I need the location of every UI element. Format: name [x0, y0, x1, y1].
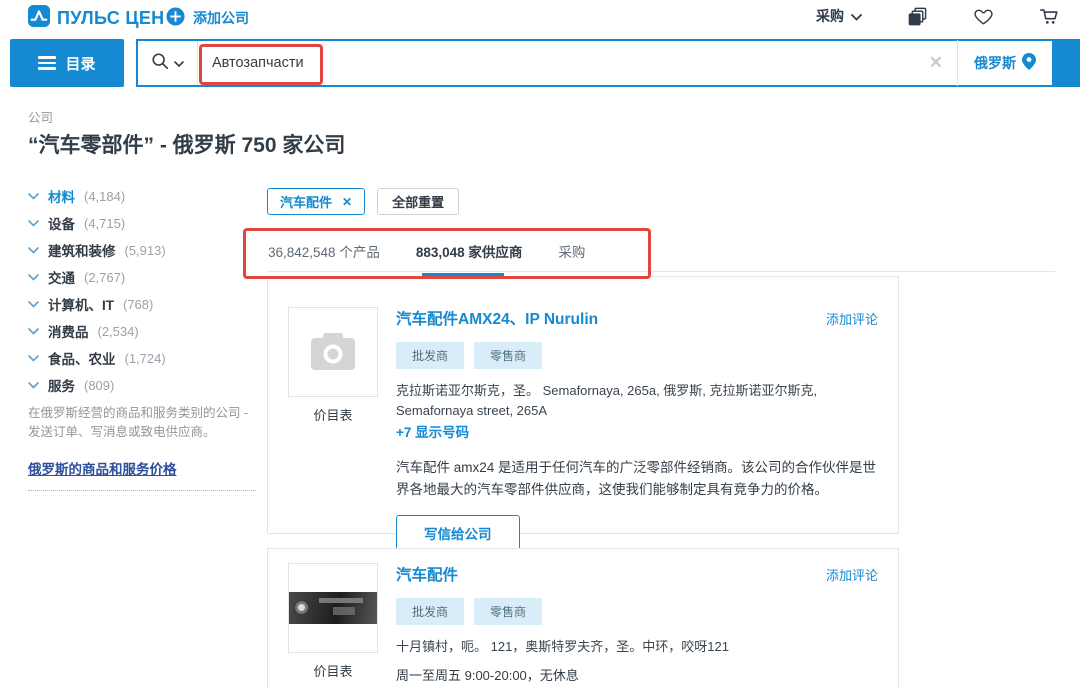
- compare-icon[interactable]: [906, 5, 928, 27]
- search-input[interactable]: [198, 41, 915, 85]
- page: ПУЛЬС ЦЕН 添加公司 采购 目录: [0, 0, 1080, 688]
- chevron-down-icon: [851, 8, 862, 24]
- catalog-label: 目录: [65, 53, 95, 74]
- pricelist-link[interactable]: 价目表: [288, 661, 378, 680]
- badge-wholesaler: 批发商: [396, 598, 464, 625]
- region-selector[interactable]: 俄罗斯: [958, 53, 1052, 73]
- chevron-down-icon: [28, 247, 39, 254]
- cart-icon[interactable]: [1038, 5, 1060, 27]
- company-photo-column: 价目表: [288, 563, 378, 688]
- sidebar-item-food-agriculture[interactable]: 食品、农业 (1,724): [28, 351, 258, 365]
- company-photo-image: [289, 592, 377, 624]
- add-company-button[interactable]: 添加公司: [166, 7, 249, 29]
- badge-retailer: 零售商: [474, 598, 542, 625]
- badge-retailer: 零售商: [474, 342, 542, 369]
- tabs-divider: [267, 271, 1055, 272]
- show-phone-link[interactable]: +7 显示号码: [396, 425, 469, 440]
- filter-chips: 汽车配件 ✕ 全部重置: [267, 188, 459, 215]
- company-photo-column: 价目表: [288, 307, 378, 533]
- wheel-graphic: [294, 600, 309, 615]
- sidebar-prices-link[interactable]: 俄罗斯的商品和服务价格: [28, 458, 177, 478]
- chevron-down-icon: [174, 54, 184, 72]
- breadcrumb[interactable]: 公司: [28, 107, 53, 126]
- hamburger-icon: [38, 56, 56, 70]
- add-review-link[interactable]: 添加评论: [826, 565, 878, 584]
- favorites-heart-icon[interactable]: [972, 5, 994, 27]
- chevron-down-icon: [28, 355, 39, 362]
- search-bar: ✕ 俄罗斯: [136, 39, 1080, 87]
- company-name-link[interactable]: 汽车配件AMX24、IP Nurulin: [396, 307, 598, 329]
- sidebar-item-consumer-goods[interactable]: 消费品 (2,534): [28, 324, 258, 338]
- chevron-down-icon: [28, 193, 39, 200]
- logo-pulse-icon: [28, 5, 50, 32]
- sidebar-item-construction[interactable]: 建筑和装修 (5,913): [28, 243, 258, 257]
- chip-close-icon[interactable]: ✕: [342, 195, 352, 209]
- write-to-company-button[interactable]: 写信给公司: [396, 515, 520, 551]
- reset-all-button[interactable]: 全部重置: [377, 188, 459, 215]
- sidebar-item-materials[interactable]: 材料 (4,184): [28, 189, 258, 203]
- camera-icon: [310, 333, 356, 371]
- logo[interactable]: ПУЛЬС ЦЕН: [28, 5, 164, 32]
- chevron-down-icon: [28, 328, 39, 335]
- pricelist-link[interactable]: 价目表: [288, 405, 378, 424]
- company-card-body: 汽车配件 添加评论 批发商 零售商 十月镇村，呃。 121，奥斯特罗夫齐，圣。中…: [396, 563, 878, 688]
- procurement-label: 采购: [816, 6, 844, 26]
- plus-icon: [166, 7, 185, 29]
- chevron-down-icon: [28, 382, 39, 389]
- sidebar-divider: [28, 490, 256, 491]
- topbar-actions: 采购: [816, 5, 1060, 27]
- company-card: 价目表 汽车配件AMX24、IP Nurulin 添加评论 批发商 零售商 克拉…: [267, 276, 899, 534]
- add-company-label: 添加公司: [193, 8, 249, 28]
- company-badges: 批发商 零售商: [396, 598, 878, 625]
- company-card: 价目表 汽车配件 添加评论 批发商 零售商 十月镇村，呃。 121，奥斯特罗夫齐…: [267, 548, 899, 688]
- company-badges: 批发商 零售商: [396, 342, 878, 369]
- page-title: “汽车零部件” - 俄罗斯 750 家公司: [28, 129, 345, 159]
- logo-text: ПУЛЬС ЦЕН: [57, 8, 164, 29]
- company-photo-placeholder[interactable]: [288, 307, 378, 397]
- company-card-body: 汽车配件AMX24、IP Nurulin 添加评论 批发商 零售商 克拉斯诺亚尔…: [396, 307, 878, 533]
- chevron-down-icon: [28, 301, 39, 308]
- company-address: 十月镇村，呃。 121，奥斯特罗夫齐，圣。中环，咬呀121: [396, 637, 878, 657]
- company-photo[interactable]: [288, 563, 378, 653]
- filter-chip-auto-parts[interactable]: 汽车配件 ✕: [267, 188, 365, 215]
- company-description: 汽车配件 amx24 是适用于任何汽车的广泛零部件经销商。该公司的合作伙伴是世界…: [396, 457, 878, 501]
- procurement-menu[interactable]: 采购: [816, 6, 862, 26]
- company-name-link[interactable]: 汽车配件: [396, 563, 458, 585]
- sidebar-item-services[interactable]: 服务 (809): [28, 378, 258, 392]
- category-sidebar: 材料 (4,184) 设备 (4,715) 建筑和装修 (5,913) 交通 (…: [28, 189, 258, 405]
- sidebar-note: 在俄罗斯经营的商品和服务类别的公司 - 发送订单、写消息或致电供应商。: [28, 404, 253, 443]
- region-label: 俄罗斯: [974, 53, 1016, 73]
- sidebar-item-transport[interactable]: 交通 (2,767): [28, 270, 258, 284]
- chevron-down-icon: [28, 274, 39, 281]
- sidebar-item-computers-it[interactable]: 计算机、IT (768): [28, 297, 258, 311]
- search-submit-button[interactable]: [1052, 41, 1078, 85]
- company-address: 克拉斯诺亚尔斯克，圣。 Semafornaya, 265a, 俄罗斯, 克拉斯诺…: [396, 381, 878, 421]
- working-hours: 周一至周五 9:00-20:00，无休息 周六 10:00-19:00，无休息 …: [396, 665, 878, 688]
- hours-weekdays: 周一至周五 9:00-20:00，无休息: [396, 665, 878, 688]
- clear-search-icon[interactable]: ✕: [915, 53, 957, 73]
- search-icon: [151, 52, 169, 75]
- catalog-button[interactable]: 目录: [10, 39, 124, 87]
- search-category-selector[interactable]: [138, 41, 198, 85]
- add-review-link[interactable]: 添加评论: [826, 309, 878, 328]
- chevron-down-icon: [28, 220, 39, 227]
- location-pin-icon: [1022, 53, 1036, 73]
- badge-wholesaler: 批发商: [396, 342, 464, 369]
- sidebar-item-equipment[interactable]: 设备 (4,715): [28, 216, 258, 230]
